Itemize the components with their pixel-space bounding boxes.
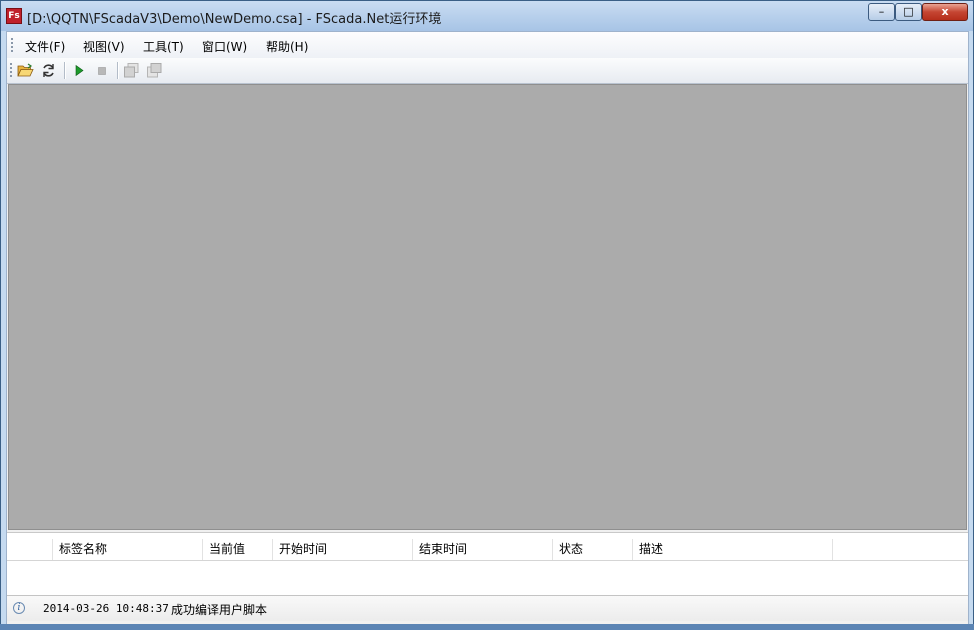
stop-button[interactable] — [92, 61, 112, 80]
close-button[interactable]: x — [922, 3, 968, 21]
window-forward-icon — [146, 63, 161, 78]
column-header-current-value[interactable]: 当前值 — [203, 539, 273, 560]
open-folder-icon — [16, 63, 34, 77]
background-window-edge — [0, 624, 974, 630]
column-header-filler — [833, 539, 968, 560]
window-title: [D:\QQTN\FScadaV3\Demo\NewDemo.csa] - FS… — [27, 12, 442, 27]
menu-help[interactable]: 帮助(H) — [266, 38, 308, 55]
column-header-start-time[interactable]: 开始时间 — [273, 539, 413, 560]
column-header-status[interactable]: 状态 — [553, 539, 633, 560]
menu-window[interactable]: 窗口(W) — [202, 38, 247, 55]
menu-bar: 文件(F) 视图(V) 工具(T) 窗口(W) 帮助(H) — [7, 32, 968, 58]
refresh-button[interactable] — [38, 61, 58, 80]
forward-window-button[interactable] — [144, 61, 164, 80]
open-button[interactable] — [15, 61, 35, 80]
app-icon[interactable]: Fs — [6, 8, 22, 24]
mdi-workspace[interactable] — [8, 84, 967, 530]
column-header-description[interactable]: 描述 — [633, 539, 833, 560]
client-area: 文件(F) 视图(V) 工具(T) 窗口(W) 帮助(H) 标签名称 当前值 开… — [6, 31, 969, 625]
menu-grip[interactable] — [11, 38, 13, 52]
toolbar-grip[interactable] — [10, 63, 12, 78]
column-header-blank[interactable] — [7, 539, 53, 560]
stop-icon — [98, 66, 106, 75]
alarm-panel: 标签名称 当前值 开始时间 结束时间 状态 描述 — [7, 532, 968, 595]
maximize-button[interactable]: □ — [895, 3, 922, 21]
toolbar — [7, 58, 968, 84]
status-message: 成功编译用户脚本 — [171, 603, 268, 617]
menu-file[interactable]: 文件(F) — [25, 38, 65, 55]
column-header-tag-name[interactable]: 标签名称 — [53, 539, 203, 560]
back-window-button[interactable] — [121, 61, 141, 80]
toolbar-separator — [64, 62, 65, 79]
column-header-end-time[interactable]: 结束时间 — [413, 539, 553, 560]
status-timestamp: 2014-03-26 10:48:37 — [43, 602, 169, 615]
menu-tools[interactable]: 工具(T) — [143, 38, 184, 55]
run-button[interactable] — [69, 61, 89, 80]
menu-view[interactable]: 视图(V) — [83, 38, 125, 55]
window-back-icon — [123, 63, 138, 78]
title-bar[interactable]: Fs [D:\QQTN\FScadaV3\Demo\NewDemo.csa] -… — [1, 1, 973, 31]
play-icon — [75, 64, 84, 77]
info-icon: i — [13, 602, 25, 614]
toolbar-separator — [117, 62, 118, 79]
status-bar: i 2014-03-26 10:48:37 成功编译用户脚本 — [7, 595, 968, 621]
application-window: Fs [D:\QQTN\FScadaV3\Demo\NewDemo.csa] -… — [0, 0, 974, 630]
refresh-icon — [42, 64, 54, 77]
minimize-button[interactable]: – — [868, 3, 895, 21]
alarm-table-header: 标签名称 当前值 开始时间 结束时间 状态 描述 — [7, 539, 968, 561]
